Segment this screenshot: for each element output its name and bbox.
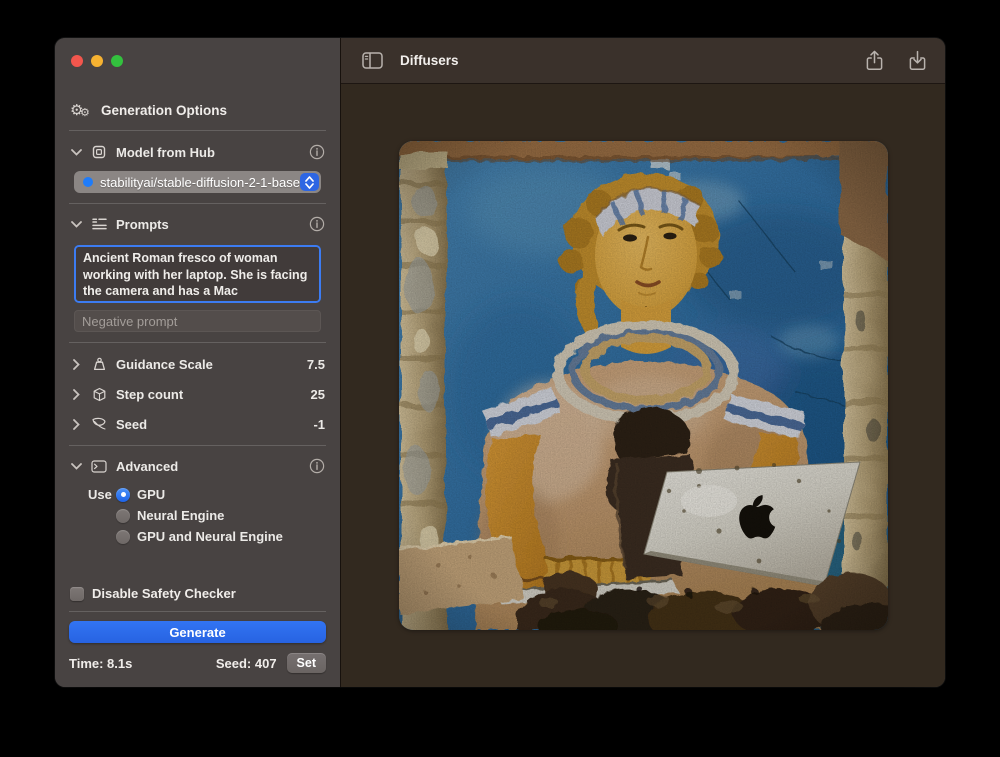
set-seed-button[interactable]: Set xyxy=(287,653,326,673)
cube-steps-icon xyxy=(90,387,108,402)
generation-options-header: ⚙⚙ Generation Options xyxy=(70,103,325,118)
divider xyxy=(69,611,326,612)
scale-weight-icon xyxy=(90,357,108,372)
zoom-window-button[interactable] xyxy=(111,55,123,67)
radio-selected-icon[interactable] xyxy=(116,488,130,502)
advanced-section-header[interactable]: Advanced xyxy=(70,453,325,479)
model-select[interactable]: stabilityai/stable-diffusion-2-1-base xyxy=(74,171,321,193)
chevron-right-icon xyxy=(70,359,82,370)
select-stepper-icon[interactable] xyxy=(300,173,319,191)
advanced-section-label: Advanced xyxy=(116,459,178,474)
terminal-icon xyxy=(90,460,108,473)
step-count-value: 25 xyxy=(311,387,325,402)
guidance-scale-value: 7.5 xyxy=(307,357,325,372)
checkbox-unchecked-icon[interactable] xyxy=(70,587,84,601)
download-icon xyxy=(909,50,926,71)
chevron-right-icon xyxy=(70,419,82,430)
sidebar-title: Generation Options xyxy=(101,103,227,118)
app-window: ⚙⚙ Generation Options Model from Hub sta… xyxy=(55,38,945,687)
compute-unit-group: Use GPU Neural Engine GPU and Neural Eng… xyxy=(70,487,325,549)
info-icon[interactable] xyxy=(309,216,325,232)
info-icon[interactable] xyxy=(309,144,325,160)
window-controls xyxy=(68,38,327,67)
window-title: Diffusers xyxy=(400,53,459,68)
step-count-label: Step count xyxy=(116,387,183,402)
minimize-window-button[interactable] xyxy=(91,55,103,67)
model-section-label: Model from Hub xyxy=(116,145,215,160)
disable-safety-checker-row[interactable]: Disable Safety Checker xyxy=(70,586,325,601)
close-window-button[interactable] xyxy=(71,55,83,67)
chevron-down-icon xyxy=(70,463,82,470)
sidebar: ⚙⚙ Generation Options Model from Hub sta… xyxy=(55,38,340,687)
generate-button[interactable]: Generate xyxy=(69,621,326,643)
seed-row[interactable]: Seed -1 xyxy=(70,411,325,437)
divider xyxy=(69,342,326,343)
share-button[interactable] xyxy=(866,50,883,71)
seed-label: Seed xyxy=(116,417,147,432)
negative-prompt-input[interactable] xyxy=(74,310,321,332)
prompts-section-label: Prompts xyxy=(116,217,169,232)
save-image-button[interactable] xyxy=(909,50,926,71)
radio-gpu[interactable]: GPU xyxy=(116,487,283,502)
result-seed: Seed: 407 xyxy=(216,656,277,671)
titlebar: Diffusers xyxy=(341,38,945,84)
sidebar-toggle-icon xyxy=(362,52,383,69)
radio-neural-engine[interactable]: Neural Engine xyxy=(116,508,283,523)
radio-gpu-and-neural-engine[interactable]: GPU and Neural Engine xyxy=(116,529,283,544)
model-section-header[interactable]: Model from Hub xyxy=(70,139,325,165)
model-select-value: stabilityai/stable-diffusion-2-1-base xyxy=(100,175,300,190)
generation-time: Time: 8.1s xyxy=(69,656,132,671)
disable-safety-checker-label: Disable Safety Checker xyxy=(92,586,236,601)
leaf-seed-icon xyxy=(90,417,108,431)
prompts-section-header[interactable]: Prompts xyxy=(70,211,325,237)
main-area: Diffusers xyxy=(340,38,945,687)
chevron-right-icon xyxy=(70,389,82,400)
divider xyxy=(69,203,326,204)
generated-image xyxy=(399,141,888,630)
gears-icon: ⚙⚙ xyxy=(70,103,92,118)
status-bar: Time: 8.1s Seed: 407 Set xyxy=(69,653,326,673)
prompts-quote-icon xyxy=(90,217,108,231)
info-icon[interactable] xyxy=(309,458,325,474)
radio-unselected-icon[interactable] xyxy=(116,509,130,523)
guidance-scale-label: Guidance Scale xyxy=(116,357,213,372)
share-icon xyxy=(866,50,883,71)
divider xyxy=(69,445,326,446)
image-canvas xyxy=(341,84,945,687)
model-chip-icon xyxy=(90,144,108,160)
step-count-row[interactable]: Step count 25 xyxy=(70,381,325,407)
divider xyxy=(69,130,326,131)
model-status-dot xyxy=(83,177,93,187)
use-label: Use xyxy=(88,487,116,502)
sidebar-toggle-button[interactable] xyxy=(362,52,383,69)
radio-unselected-icon[interactable] xyxy=(116,530,130,544)
seed-value: -1 xyxy=(313,417,325,432)
chevron-down-icon xyxy=(70,221,82,228)
prompt-input[interactable]: Ancient Roman fresco of woman working wi… xyxy=(74,245,321,303)
chevron-down-icon xyxy=(70,149,82,156)
guidance-scale-row[interactable]: Guidance Scale 7.5 xyxy=(70,351,325,377)
